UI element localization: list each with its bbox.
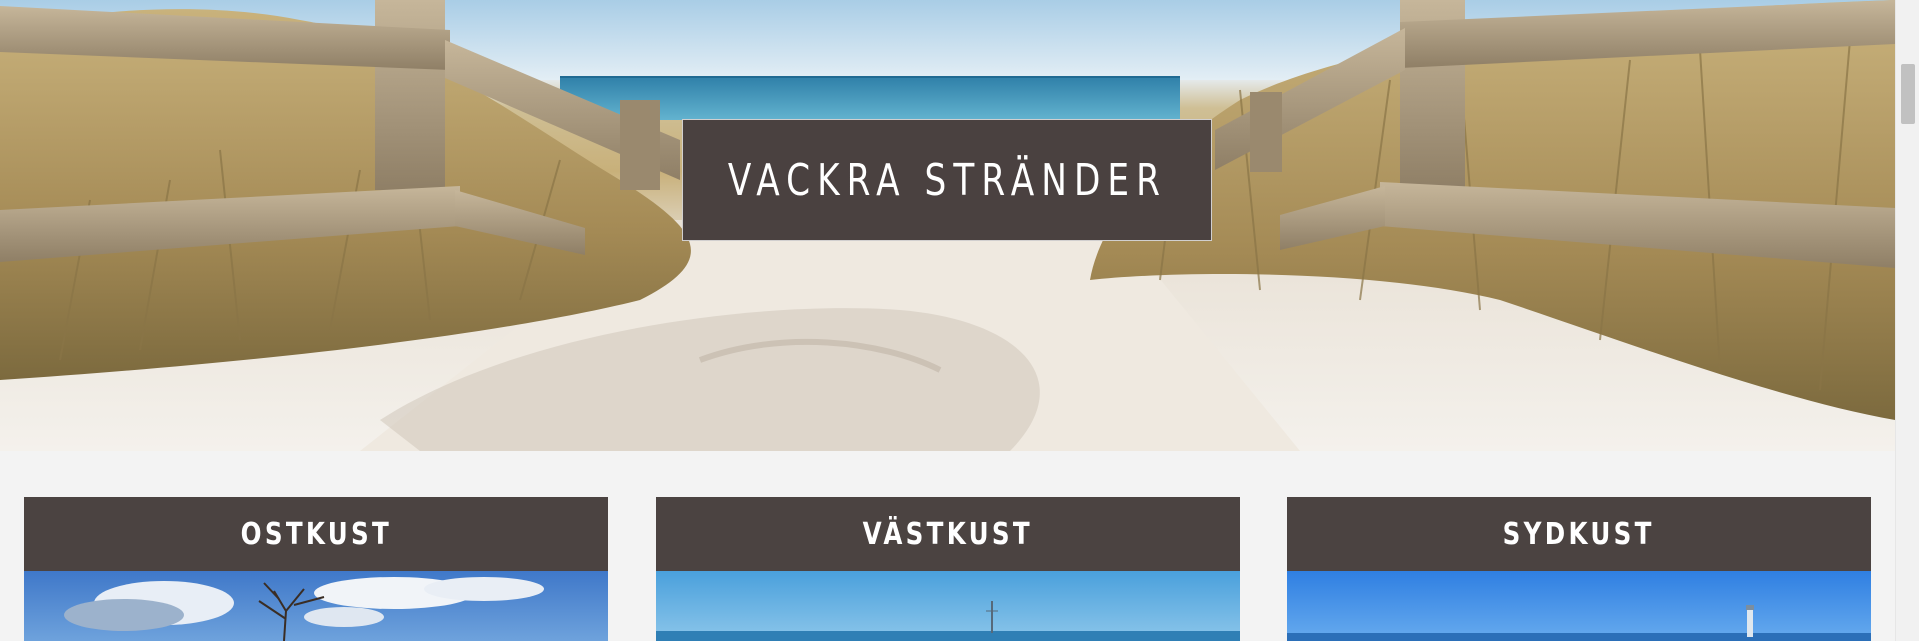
card-vastkust[interactable]: VÄSTKUST xyxy=(656,497,1240,641)
hero-banner: VACKRA STRÄNDER xyxy=(0,0,1895,451)
vertical-scrollbar[interactable] xyxy=(1895,0,1919,641)
card-ostkust[interactable]: OSTKUST xyxy=(24,497,608,641)
card-title: VÄSTKUST xyxy=(862,516,1034,552)
card-header: OSTKUST xyxy=(24,497,608,571)
coast-cards: OSTKUST VÄSTKUST SYDKUST xyxy=(0,497,1895,641)
card-title: OSTKUST xyxy=(240,516,392,552)
hero-title: VACKRA STRÄNDER xyxy=(727,154,1167,206)
card-sydkust[interactable]: SYDKUST xyxy=(1287,497,1871,641)
scrollbar-thumb[interactable] xyxy=(1901,64,1915,124)
card-header: VÄSTKUST xyxy=(656,497,1240,571)
page: VACKRA STRÄNDER OSTKUST VÄSTKUST SYDKUST xyxy=(0,0,1895,641)
card-image-sydkust[interactable] xyxy=(1287,571,1871,641)
hero-title-box: VACKRA STRÄNDER xyxy=(682,119,1212,241)
card-image-vastkust[interactable] xyxy=(656,571,1240,641)
card-header: SYDKUST xyxy=(1287,497,1871,571)
card-image-ostkust[interactable] xyxy=(24,571,608,641)
card-title: SYDKUST xyxy=(1502,516,1656,552)
